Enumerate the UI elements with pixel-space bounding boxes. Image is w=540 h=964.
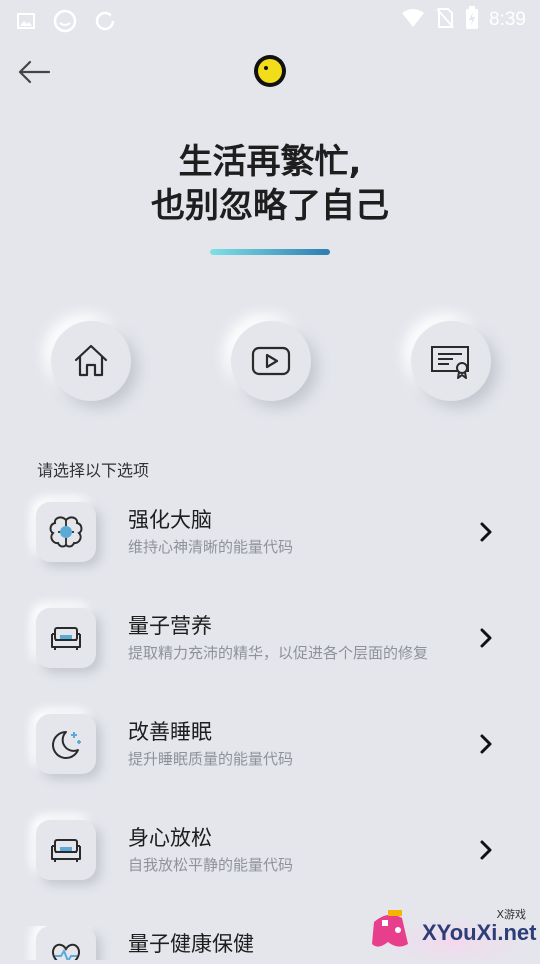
item-icon-tile [36,714,96,774]
item-icon-tile [36,820,96,880]
arrow-left-icon [18,60,51,84]
item-description: 提升睡眠质量的能量代码 [128,750,294,768]
video-button[interactable] [231,321,311,401]
chevron-right-icon [480,840,492,860]
heart-pulse-icon [51,943,81,960]
headline-line-2: 也别忽略了自己 [151,186,389,226]
chevron-right-icon [480,734,492,754]
status-bar: 8:39 [0,0,540,38]
item-icon-tile [36,502,96,562]
battery-charging-icon [465,6,479,34]
headline: 生活再繁忙, 也别忽略了自己 [0,140,540,228]
back-button[interactable] [14,52,54,92]
item-title: 身心放松 [128,826,212,850]
list-item-brain[interactable]: 强化大脑 维持心神清晰的能量代码 [0,502,540,602]
watermark-text: XYouXi.net [422,920,537,945]
item-description: 自我放松平静的能量代码 [128,856,294,874]
moon-stars-icon [52,731,81,759]
headline-line-1: 生活再繁忙, [178,142,362,182]
item-title: 量子营养 [128,614,212,638]
item-description: 提取精力充沛的精华，以促进各个层面的修复 [128,644,429,662]
app-logo [252,53,288,89]
status-time: 8:39 [489,9,526,30]
top-bar [0,40,540,104]
certificate-button[interactable] [411,321,491,401]
list-item-nutrition[interactable]: 量子营养 提取精力充沛的精华，以促进各个层面的修复 [0,608,540,708]
item-icon-tile [36,926,96,960]
list-item-sleep[interactable]: 改善睡眠 提升睡眠质量的能量代码 [0,714,540,814]
item-title: 强化大脑 [128,508,212,532]
chevron-right-icon [480,628,492,648]
certificate-icon [431,346,469,379]
sofa-icon [51,839,81,862]
watermark: X游戏 XYouXi.net [364,900,540,964]
accent-divider [210,249,330,255]
section-label: 请选择以下选项 [37,461,150,480]
item-icon-tile [36,608,96,668]
image-icon [16,11,36,35]
chevron-right-icon [480,522,492,542]
sofa-icon [51,627,81,650]
home-button[interactable] [51,321,131,401]
no-sim-icon [435,7,455,33]
wifi-icon [401,8,425,32]
brain-icon [49,516,83,548]
play-video-icon [251,346,291,376]
home-icon [74,344,108,377]
sync-icon [94,10,116,36]
item-description: 维持心神清晰的能量代码 [128,538,294,556]
item-title: 改善睡眠 [128,720,212,744]
smiley-icon [52,8,78,38]
item-title: 量子健康保健 [128,932,254,956]
